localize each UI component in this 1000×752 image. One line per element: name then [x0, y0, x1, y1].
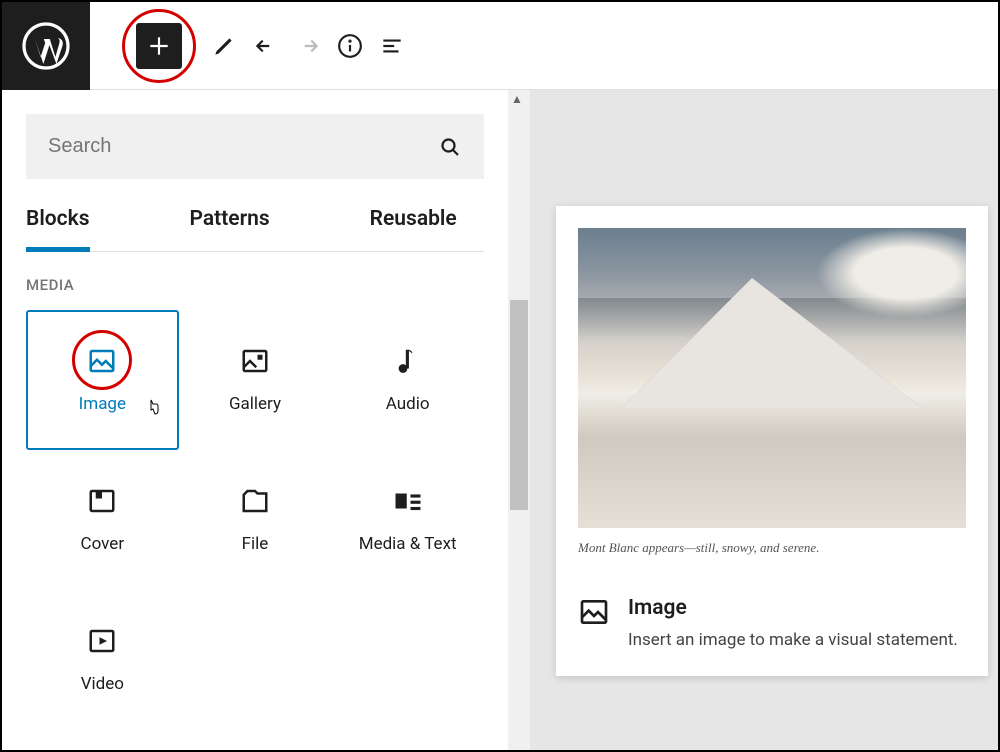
redo-icon [295, 33, 321, 59]
block-label: Image [79, 394, 126, 414]
preview-description: Image Insert an image to make a visual s… [578, 596, 966, 654]
panel-scrollbar[interactable]: ▲ [508, 90, 530, 750]
block-preview-card: Mont Blanc appears—still, snowy, and ser… [556, 206, 988, 676]
add-block-button-wrap [122, 9, 196, 83]
block-gallery[interactable]: Gallery [179, 310, 332, 450]
block-label: File [242, 534, 269, 554]
plus-icon [146, 33, 172, 59]
preview-text: Insert an image to make a visual stateme… [628, 628, 958, 654]
undo-icon [253, 33, 279, 59]
block-label: Audio [386, 394, 430, 414]
pointer-cursor-icon [145, 398, 163, 420]
image-icon [87, 346, 117, 376]
block-file[interactable]: File [179, 450, 332, 590]
list-outline-icon [379, 33, 405, 59]
add-block-button[interactable] [136, 23, 182, 69]
top-toolbar [2, 2, 998, 90]
toolbar-icons [90, 9, 406, 83]
preview-caption: Mont Blanc appears—still, snowy, and ser… [578, 540, 966, 556]
block-label: Video [81, 674, 124, 694]
search-input[interactable] [48, 135, 379, 158]
block-video[interactable]: Video [26, 590, 179, 730]
inserter-tabs: Blocks Patterns Reusable [26, 207, 484, 252]
info-icon [337, 33, 363, 59]
image-icon [578, 596, 610, 628]
undo-button[interactable] [252, 32, 280, 60]
redo-button[interactable] [294, 32, 322, 60]
scroll-up-arrow[interactable]: ▲ [511, 92, 523, 106]
wordpress-logo[interactable] [2, 2, 90, 90]
edit-tool[interactable] [210, 32, 238, 60]
block-image[interactable]: Image [26, 310, 179, 450]
audio-icon [393, 346, 423, 376]
tab-blocks[interactable]: Blocks [26, 207, 90, 252]
cover-icon [87, 486, 117, 516]
block-inserter-panel: Blocks Patterns Reusable MEDIA Image Gal… [2, 90, 508, 750]
block-label: Media & Text [359, 534, 457, 554]
info-button[interactable] [336, 32, 364, 60]
video-icon [87, 626, 117, 656]
preview-image [578, 228, 966, 528]
block-label: Cover [81, 534, 125, 554]
block-search[interactable] [26, 114, 484, 179]
block-label: Gallery [229, 394, 281, 414]
editor-window: Blocks Patterns Reusable MEDIA Image Gal… [0, 0, 1000, 752]
media-text-icon [393, 486, 423, 516]
preview-block-icon [578, 596, 610, 632]
tab-patterns[interactable]: Patterns [190, 207, 270, 251]
editor-body: Blocks Patterns Reusable MEDIA Image Gal… [2, 90, 998, 750]
pencil-icon [211, 33, 237, 59]
block-cover[interactable]: Cover [26, 450, 179, 590]
gallery-icon [240, 346, 270, 376]
scroll-thumb[interactable] [510, 300, 528, 510]
block-media-text[interactable]: Media & Text [331, 450, 484, 590]
file-icon [240, 486, 270, 516]
preview-title: Image [628, 596, 958, 620]
category-heading: MEDIA [26, 276, 484, 294]
outline-button[interactable] [378, 32, 406, 60]
tab-reusable[interactable]: Reusable [370, 207, 457, 251]
block-audio[interactable]: Audio [331, 310, 484, 450]
search-icon [438, 135, 462, 159]
wordpress-icon [22, 22, 70, 70]
block-grid: Image Gallery Audio Cover File [26, 310, 484, 730]
